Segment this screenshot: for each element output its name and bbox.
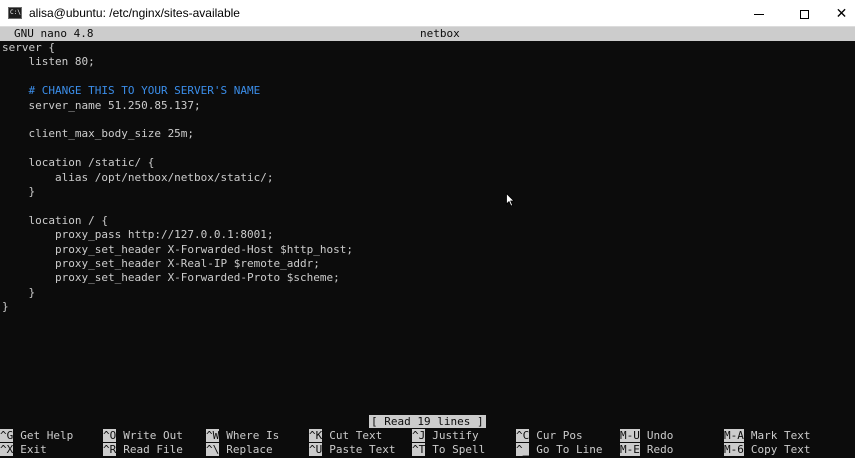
code-line: location /static/ {	[2, 156, 155, 169]
shortcut-key: ^\	[206, 443, 220, 456]
code-line: listen 80;	[2, 55, 95, 68]
shortcut-key: ^X	[0, 443, 14, 456]
shortcut-key: ^T	[412, 443, 426, 456]
shortcut-item: ^X Exit	[0, 443, 47, 457]
shortcut-item: ^T To Spell	[412, 443, 485, 457]
code-line: # CHANGE THIS TO YOUR SERVER'S NAME	[2, 84, 261, 97]
code-line: proxy_pass http://127.0.0.1:8001;	[2, 228, 274, 241]
terminal-window: C:\. alisa@ubuntu: /etc/nginx/sites-avai…	[0, 0, 855, 458]
shortcut-label: Exit	[20, 443, 47, 456]
nano-version: GNU nano 4.8	[14, 27, 94, 40]
shortcut-label: To Spell	[432, 443, 486, 456]
maximize-button[interactable]	[781, 0, 827, 27]
code-line: proxy_set_header X-Forwarded-Host $http_…	[2, 243, 353, 256]
shortcut-key: M-U	[620, 429, 640, 442]
title-bar[interactable]: C:\. alisa@ubuntu: /etc/nginx/sites-avai…	[0, 0, 855, 27]
window-title: alisa@ubuntu: /etc/nginx/sites-available	[29, 6, 240, 20]
code-line: proxy_set_header X-Forwarded-Proto $sche…	[2, 271, 340, 284]
shortcut-item: ^J Justify	[412, 429, 479, 443]
shortcut-item: ^O Write Out	[103, 429, 183, 443]
editor-area[interactable]: server { listen 80; # CHANGE THIS TO YOU…	[0, 41, 855, 411]
shortcut-key: M-E	[620, 443, 640, 456]
code-line: }	[2, 185, 36, 198]
close-icon: ✕	[835, 5, 848, 21]
code-line: client_max_body_size 25m;	[2, 127, 195, 140]
maximize-icon	[799, 9, 809, 19]
shortcut-key: M-A	[724, 429, 744, 442]
shortcut-label: Get Help	[20, 429, 74, 442]
shortcut-item: M-U Undo	[620, 429, 673, 443]
shortcut-item: ^R Read File	[103, 443, 183, 457]
shortcut-label: Read File	[123, 443, 183, 456]
shortcut-key: ^_	[516, 443, 530, 456]
code-line: location / {	[2, 214, 108, 227]
mouse-pointer-icon	[506, 193, 515, 207]
nano-filename: netbox	[420, 27, 460, 40]
status-message: [ Read 19 lines ]	[369, 415, 486, 428]
shortcut-item: M-A Mark Text	[724, 429, 810, 443]
shortcut-bar: ^G Get Help ^O Write Out ^W Where Is ^K Cut Tex…	[0, 429, 855, 458]
code-line: proxy_set_header X-Real-IP $remote_addr;	[2, 257, 320, 270]
shortcut-label: Undo	[646, 429, 674, 442]
shortcut-label: Replace	[226, 443, 273, 456]
shortcut-item: ^U Paste Text	[309, 443, 395, 457]
shortcut-label: Mark Text	[750, 429, 811, 442]
shortcut-key: ^U	[309, 443, 323, 456]
close-button[interactable]: ✕	[828, 0, 855, 27]
shortcut-label: Copy Text	[750, 443, 811, 456]
code-line: server {	[2, 41, 55, 54]
shortcut-label: Cut Text	[329, 429, 383, 442]
shortcut-label: Paste Text	[329, 443, 396, 456]
shortcut-key: ^J	[412, 429, 426, 442]
nano-header-bar: GNU nano 4.8 netbox	[0, 27, 855, 41]
shortcut-key: ^G	[0, 429, 14, 442]
code-line: alias /opt/netbox/netbox/static/;	[2, 171, 274, 184]
shortcut-label: Go To Line	[536, 443, 603, 456]
shortcut-key: ^C	[516, 429, 530, 442]
shortcut-label: Where Is	[226, 429, 280, 442]
shortcut-label: Redo	[646, 443, 674, 456]
shortcut-item: ^K Cut Text	[309, 429, 382, 443]
shortcut-label: Cur Pos	[536, 429, 583, 442]
shortcut-item: ^\ Replace	[206, 443, 273, 457]
shortcut-key: ^O	[103, 429, 117, 442]
minimize-icon	[754, 13, 764, 15]
shortcut-item: M-E Redo	[620, 443, 673, 457]
shortcut-key: ^R	[103, 443, 117, 456]
shortcut-item: ^_ Go To Line	[516, 443, 602, 457]
code-line: }	[2, 300, 9, 313]
shortcut-key: ^W	[206, 429, 220, 442]
shortcut-item: ^W Where Is	[206, 429, 279, 443]
shortcut-item: ^C Cur Pos	[516, 429, 583, 443]
minimize-button[interactable]	[736, 0, 782, 27]
code-line: server_name 51.250.85.137;	[2, 99, 201, 112]
shortcut-key: M-6	[724, 443, 744, 456]
shortcut-label: Justify	[432, 429, 479, 442]
shortcut-item: M-6 Copy Text	[724, 443, 810, 457]
shortcut-item: ^G Get Help	[0, 429, 73, 443]
code-line: }	[2, 286, 36, 299]
console-app-icon: C:\.	[8, 7, 22, 19]
shortcut-label: Write Out	[123, 429, 183, 442]
shortcut-key: ^K	[309, 429, 323, 442]
